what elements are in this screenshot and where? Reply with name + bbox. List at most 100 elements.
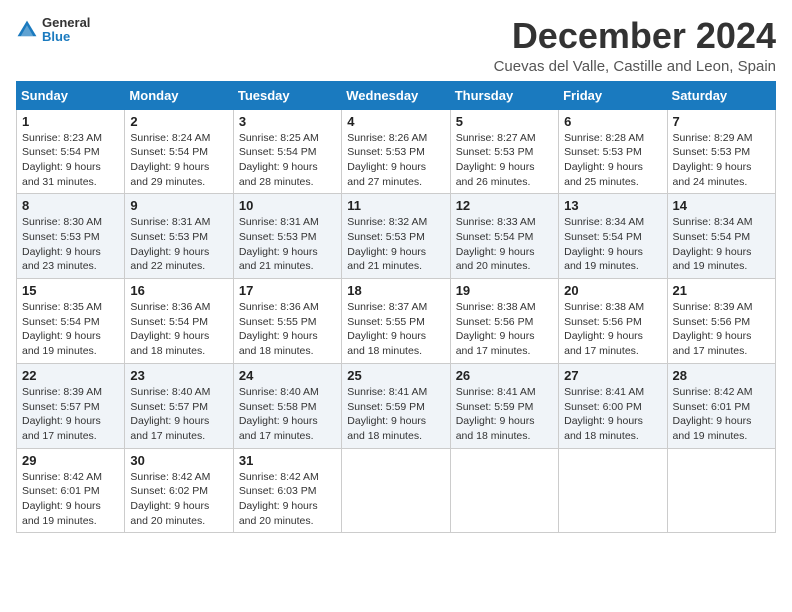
day-number: 4 — [347, 114, 444, 129]
day-cell: 8 Sunrise: 8:30 AM Sunset: 5:53 PM Daylig… — [17, 194, 125, 279]
logo-icon — [16, 19, 38, 41]
day-info: Sunrise: 8:32 AM Sunset: 5:53 PM Dayligh… — [347, 215, 444, 274]
day-info: Sunrise: 8:34 AM Sunset: 5:54 PM Dayligh… — [564, 215, 661, 274]
day-cell: 7 Sunrise: 8:29 AM Sunset: 5:53 PM Daylig… — [667, 109, 775, 194]
day-info: Sunrise: 8:35 AM Sunset: 5:54 PM Dayligh… — [22, 300, 119, 359]
day-number: 31 — [239, 453, 336, 468]
day-cell — [342, 448, 450, 533]
day-cell: 13 Sunrise: 8:34 AM Sunset: 5:54 PM Dayli… — [559, 194, 667, 279]
day-cell: 11Sunrise: 8:32 AM Sunset: 5:53 PM Dayli… — [342, 194, 450, 279]
day-cell: 26Sunrise: 8:41 AM Sunset: 5:59 PM Dayli… — [450, 363, 558, 448]
day-cell: 17 Sunrise: 8:36 AM Sunset: 5:55 PM Dayli… — [233, 279, 341, 364]
logo-line2: Blue — [42, 30, 90, 44]
day-cell: 23 Sunrise: 8:40 AM Sunset: 5:57 PM Dayli… — [125, 363, 233, 448]
header-cell-sunday: Sunday — [17, 81, 125, 109]
day-number: 2 — [130, 114, 227, 129]
day-cell: 31 Sunrise: 8:42 AM Sunset: 6:03 PM Dayli… — [233, 448, 341, 533]
day-number: 24 — [239, 368, 336, 383]
day-number: 23 — [130, 368, 227, 383]
week-row-3: 15 Sunrise: 8:35 AM Sunset: 5:54 PM Dayli… — [17, 279, 776, 364]
day-cell: 19Sunrise: 8:38 AM Sunset: 5:56 PM Dayli… — [450, 279, 558, 364]
day-cell: 6Sunrise: 8:28 AM Sunset: 5:53 PM Daylig… — [559, 109, 667, 194]
week-row-2: 8 Sunrise: 8:30 AM Sunset: 5:53 PM Daylig… — [17, 194, 776, 279]
day-info: Sunrise: 8:42 AM Sunset: 6:02 PM Dayligh… — [130, 470, 227, 529]
week-row-5: 29Sunrise: 8:42 AM Sunset: 6:01 PM Dayli… — [17, 448, 776, 533]
header: General Blue December 2024 Cuevas del Va… — [16, 16, 776, 75]
day-number: 8 — [22, 198, 119, 213]
day-info: Sunrise: 8:34 AM Sunset: 5:54 PM Dayligh… — [673, 215, 770, 274]
day-number: 29 — [22, 453, 119, 468]
day-info: Sunrise: 8:31 AM Sunset: 5:53 PM Dayligh… — [130, 215, 227, 274]
day-number: 27 — [564, 368, 661, 383]
day-number: 15 — [22, 283, 119, 298]
day-number: 18 — [347, 283, 444, 298]
day-info: Sunrise: 8:39 AM Sunset: 5:56 PM Dayligh… — [673, 300, 770, 359]
day-number: 21 — [673, 283, 770, 298]
header-cell-friday: Friday — [559, 81, 667, 109]
day-info: Sunrise: 8:36 AM Sunset: 5:55 PM Dayligh… — [239, 300, 336, 359]
day-info: Sunrise: 8:42 AM Sunset: 6:03 PM Dayligh… — [239, 470, 336, 529]
day-cell: 18Sunrise: 8:37 AM Sunset: 5:55 PM Dayli… — [342, 279, 450, 364]
day-cell: 30 Sunrise: 8:42 AM Sunset: 6:02 PM Dayli… — [125, 448, 233, 533]
header-cell-tuesday: Tuesday — [233, 81, 341, 109]
logo-text: General Blue — [42, 16, 90, 45]
day-cell: 24Sunrise: 8:40 AM Sunset: 5:58 PM Dayli… — [233, 363, 341, 448]
day-cell: 28Sunrise: 8:42 AM Sunset: 6:01 PM Dayli… — [667, 363, 775, 448]
day-cell: 20 Sunrise: 8:38 AM Sunset: 5:56 PM Dayli… — [559, 279, 667, 364]
header-cell-monday: Monday — [125, 81, 233, 109]
day-info: Sunrise: 8:26 AM Sunset: 5:53 PM Dayligh… — [347, 131, 444, 190]
week-row-4: 22 Sunrise: 8:39 AM Sunset: 5:57 PM Dayli… — [17, 363, 776, 448]
header-cell-wednesday: Wednesday — [342, 81, 450, 109]
day-info: Sunrise: 8:29 AM Sunset: 5:53 PM Dayligh… — [673, 131, 770, 190]
day-cell: 21 Sunrise: 8:39 AM Sunset: 5:56 PM Dayli… — [667, 279, 775, 364]
day-number: 5 — [456, 114, 553, 129]
day-info: Sunrise: 8:24 AM Sunset: 5:54 PM Dayligh… — [130, 131, 227, 190]
day-info: Sunrise: 8:39 AM Sunset: 5:57 PM Dayligh… — [22, 385, 119, 444]
day-number: 28 — [673, 368, 770, 383]
month-title: December 2024 — [494, 16, 776, 56]
day-cell: 15 Sunrise: 8:35 AM Sunset: 5:54 PM Dayli… — [17, 279, 125, 364]
day-info: Sunrise: 8:38 AM Sunset: 5:56 PM Dayligh… — [564, 300, 661, 359]
day-number: 17 — [239, 283, 336, 298]
day-cell: 1Sunrise: 8:23 AM Sunset: 5:54 PM Daylig… — [17, 109, 125, 194]
day-number: 6 — [564, 114, 661, 129]
day-cell: 25 Sunrise: 8:41 AM Sunset: 5:59 PM Dayli… — [342, 363, 450, 448]
day-info: Sunrise: 8:23 AM Sunset: 5:54 PM Dayligh… — [22, 131, 119, 190]
day-cell: 27 Sunrise: 8:41 AM Sunset: 6:00 PM Dayli… — [559, 363, 667, 448]
day-number: 20 — [564, 283, 661, 298]
calendar-body: 1Sunrise: 8:23 AM Sunset: 5:54 PM Daylig… — [17, 109, 776, 533]
day-cell: 10 Sunrise: 8:31 AM Sunset: 5:53 PM Dayli… — [233, 194, 341, 279]
header-cell-saturday: Saturday — [667, 81, 775, 109]
day-cell: 12Sunrise: 8:33 AM Sunset: 5:54 PM Dayli… — [450, 194, 558, 279]
title-area: December 2024 Cuevas del Valle, Castille… — [494, 16, 776, 75]
day-cell: 9Sunrise: 8:31 AM Sunset: 5:53 PM Daylig… — [125, 194, 233, 279]
logo-line1: General — [42, 16, 90, 30]
location-title: Cuevas del Valle, Castille and Leon, Spa… — [494, 58, 776, 75]
day-cell: 22 Sunrise: 8:39 AM Sunset: 5:57 PM Dayli… — [17, 363, 125, 448]
day-number: 3 — [239, 114, 336, 129]
day-number: 16 — [130, 283, 227, 298]
day-number: 30 — [130, 453, 227, 468]
day-info: Sunrise: 8:41 AM Sunset: 6:00 PM Dayligh… — [564, 385, 661, 444]
day-number: 26 — [456, 368, 553, 383]
day-cell: 14Sunrise: 8:34 AM Sunset: 5:54 PM Dayli… — [667, 194, 775, 279]
day-cell: 3 Sunrise: 8:25 AM Sunset: 5:54 PM Daylig… — [233, 109, 341, 194]
day-number: 25 — [347, 368, 444, 383]
day-info: Sunrise: 8:33 AM Sunset: 5:54 PM Dayligh… — [456, 215, 553, 274]
day-info: Sunrise: 8:41 AM Sunset: 5:59 PM Dayligh… — [347, 385, 444, 444]
day-number: 13 — [564, 198, 661, 213]
day-info: Sunrise: 8:30 AM Sunset: 5:53 PM Dayligh… — [22, 215, 119, 274]
day-info: Sunrise: 8:40 AM Sunset: 5:57 PM Dayligh… — [130, 385, 227, 444]
day-cell: 5Sunrise: 8:27 AM Sunset: 5:53 PM Daylig… — [450, 109, 558, 194]
week-row-1: 1Sunrise: 8:23 AM Sunset: 5:54 PM Daylig… — [17, 109, 776, 194]
day-number: 10 — [239, 198, 336, 213]
day-info: Sunrise: 8:31 AM Sunset: 5:53 PM Dayligh… — [239, 215, 336, 274]
day-cell: 29Sunrise: 8:42 AM Sunset: 6:01 PM Dayli… — [17, 448, 125, 533]
day-number: 22 — [22, 368, 119, 383]
day-info: Sunrise: 8:25 AM Sunset: 5:54 PM Dayligh… — [239, 131, 336, 190]
day-cell: 4 Sunrise: 8:26 AM Sunset: 5:53 PM Daylig… — [342, 109, 450, 194]
day-cell — [450, 448, 558, 533]
calendar: SundayMondayTuesdayWednesdayThursdayFrid… — [16, 81, 776, 534]
day-cell: 16Sunrise: 8:36 AM Sunset: 5:54 PM Dayli… — [125, 279, 233, 364]
day-number: 7 — [673, 114, 770, 129]
